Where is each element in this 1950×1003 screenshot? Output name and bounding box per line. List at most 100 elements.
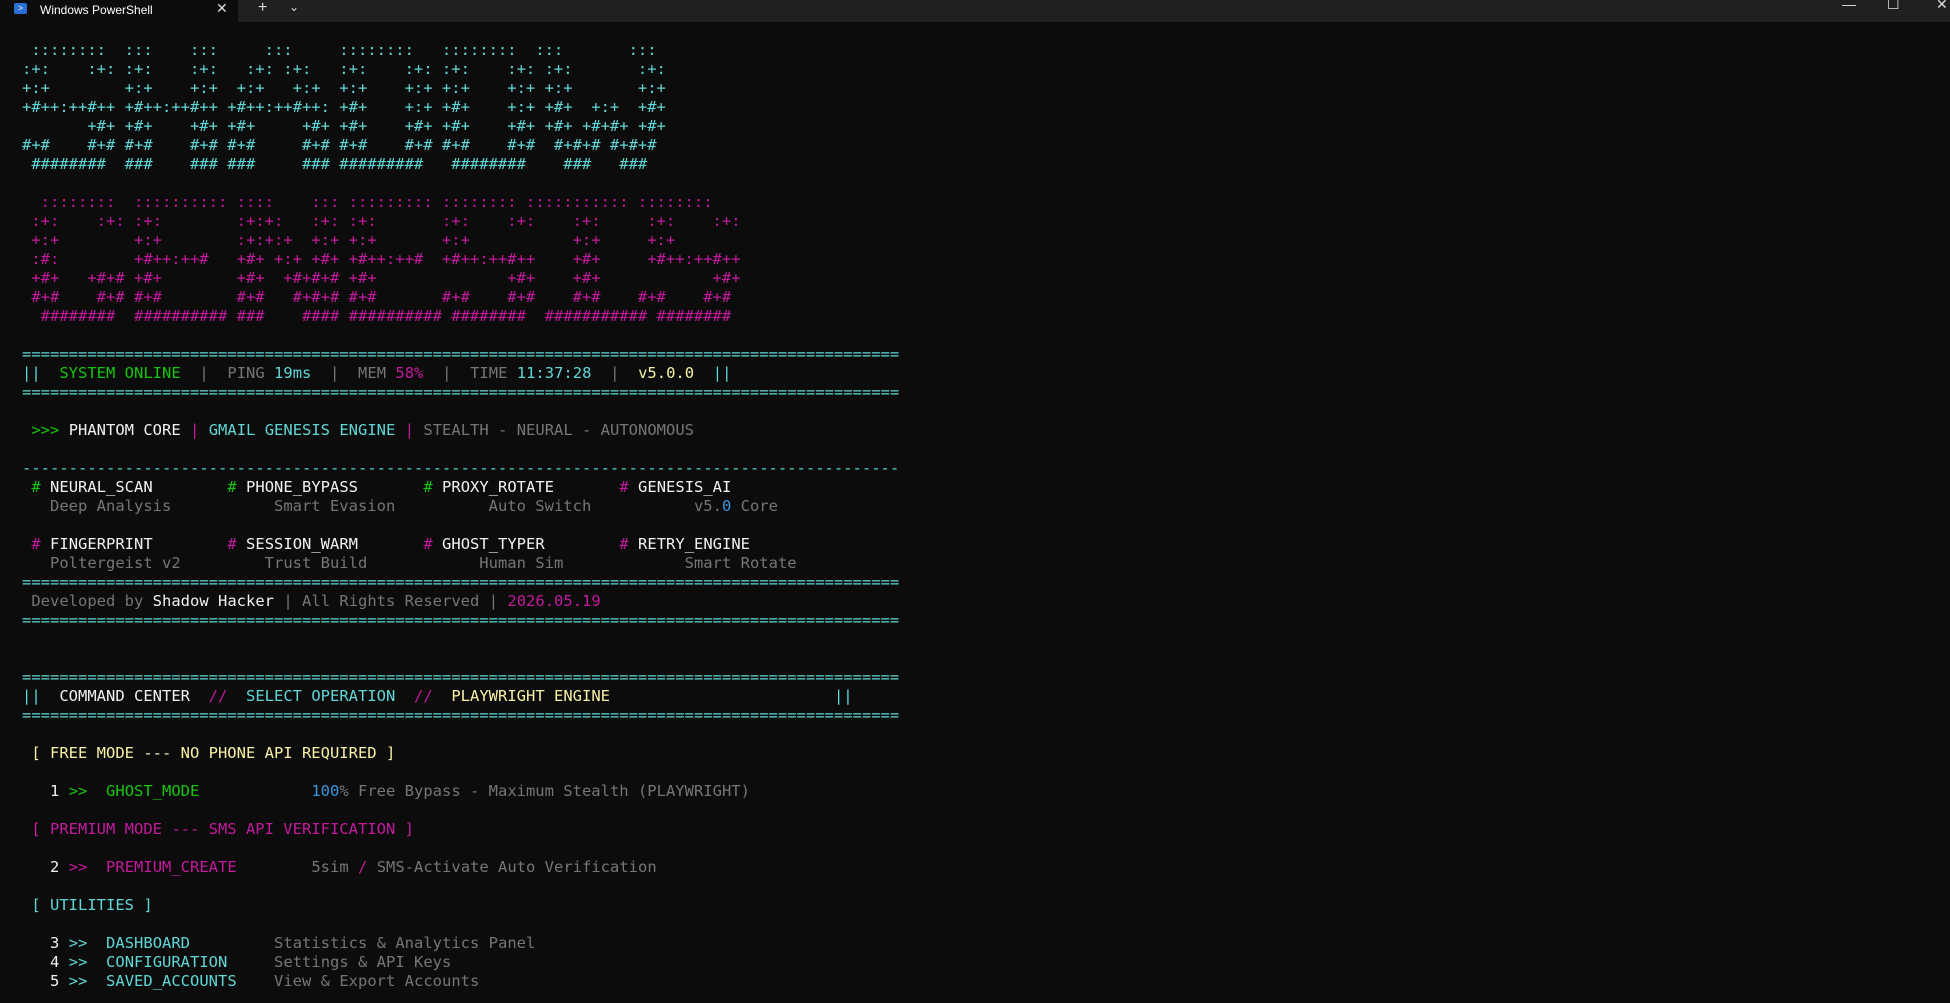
ascii-banner-line: :#: +#++:++# +#+ +:+ +#+ +#++:++# +#++:+…: [22, 250, 741, 268]
terminal-area[interactable]: :::::::: ::: ::: ::: :::::::: :::::::: :…: [0, 22, 1950, 1003]
credits-line: Developed by Shadow Hacker | All Rights …: [22, 592, 899, 611]
divider: |: [190, 421, 200, 439]
option-name: CONFIGURATION: [106, 953, 228, 971]
system-online-status: SYSTEM ONLINE: [59, 364, 181, 382]
option-desc: Statistics & Analytics Panel: [274, 934, 536, 952]
ascii-banner-line: :+: :+: :+: :+:+: :+: :+: :+: :+: :+: :+…: [22, 212, 741, 230]
menu-option-dashboard[interactable]: 3 >> DASHBOARD Statistics & Analytics Pa…: [22, 934, 899, 953]
developed-by-label: Developed by: [31, 592, 144, 610]
phantom-core-label: PHANTOM CORE: [68, 421, 181, 439]
divider: |: [404, 421, 415, 439]
option-name: DASHBOARD: [106, 934, 191, 952]
tab-dropdown-button[interactable]: ⌄: [289, 0, 299, 14]
author-name: Shadow Hacker: [152, 592, 274, 610]
maximize-button[interactable]: ☐: [1887, 0, 1900, 13]
option-number: 3: [50, 934, 60, 952]
time-value: 11:37:28: [516, 364, 592, 382]
cc-bars: ||: [833, 687, 853, 705]
option-desc-sep: /: [358, 858, 368, 876]
minimize-button[interactable]: —: [1842, 0, 1856, 12]
tab-windows-powershell[interactable]: > Windows PowerShell ✕: [0, 0, 238, 22]
ascii-banner-line: +#+ +#+ +#+ +#+ +#+ +#+ +#+ +#+ +#+ +#+ …: [22, 117, 666, 135]
feature-desc: v5.: [693, 497, 722, 515]
version-label: v5.0.0: [638, 364, 695, 382]
cc-bars: ||: [22, 687, 41, 705]
option-number: 4: [50, 953, 60, 971]
new-tab-button[interactable]: +: [258, 0, 267, 17]
hash-icon: #: [423, 535, 433, 553]
feature-name: FINGERPRINT: [50, 535, 153, 553]
separator-double: ========================================…: [22, 668, 900, 686]
ascii-banner-line: :+: :+: :+: :+: :+: :+: :+: :+: :+: :+: …: [22, 60, 666, 78]
ping-label: PING: [227, 364, 265, 382]
ascii-banner-line: #+# #+# #+# #+# #+# #+# #+# #+# #+# #+# …: [22, 136, 657, 154]
mem-label: MEM: [358, 364, 387, 382]
option-desc: % Free Bypass - Maximum Stealth (PLAYWRI…: [339, 782, 750, 800]
feature-name: GHOST_TYPER: [442, 535, 545, 553]
ascii-banner-line: :::::::: :::::::::: :::: ::: ::::::::: :…: [22, 193, 713, 211]
hash-icon: #: [31, 478, 41, 496]
separator-double: ========================================…: [22, 383, 900, 401]
separator-double: ========================================…: [22, 706, 900, 724]
feature-desc: Poltergeist v2: [50, 554, 181, 572]
menu-option-configuration[interactable]: 4 >> CONFIGURATION Settings & API Keys: [22, 953, 899, 972]
status-bar: || SYSTEM ONLINE | PING 19ms | MEM 58% |…: [22, 364, 899, 383]
status-bars: ||: [22, 364, 41, 382]
command-center-bar: || COMMAND CENTER // SELECT OPERATION //…: [22, 687, 899, 706]
divider: |: [283, 592, 293, 610]
menu-option-ghost-mode[interactable]: 1 >> GHOST_MODE 100% Free Bypass - Maxim…: [22, 782, 899, 801]
menu-option-premium-create[interactable]: 2 >> PREMIUM_CREATE 5sim / SMS-Activate …: [22, 858, 899, 877]
option-arrow: >>: [68, 953, 88, 971]
mem-value: 58%: [395, 364, 424, 382]
feature-desc-row: Poltergeist v2 Trust Build Human Sim Sma…: [22, 554, 899, 573]
command-center-title: COMMAND CENTER: [59, 687, 190, 705]
window-titlebar: > Windows PowerShell ✕ + ⌄ — ☐ ✕: [0, 0, 1950, 22]
engine-label: GMAIL GENESIS ENGINE: [208, 421, 396, 439]
option-name: SAVED_ACCOUNTS: [106, 972, 237, 990]
option-desc: View & Export Accounts: [274, 972, 480, 990]
ascii-banner-line: ######## ########## ### #### ########## …: [22, 307, 732, 325]
option-name: PREMIUM_CREATE: [106, 858, 237, 876]
close-window-button[interactable]: ✕: [1936, 0, 1948, 13]
ascii-banner-line: +#++:++#++ +#++:++#++ +#++:++#++: +#+ +:…: [22, 98, 666, 116]
free-mode-header: [ FREE MODE --- NO PHONE API REQUIRED ]: [31, 744, 396, 762]
separator-single: ----------------------------------------…: [22, 459, 900, 477]
menu-option-saved-accounts[interactable]: 5 >> SAVED_ACCOUNTS View & Export Accoun…: [22, 972, 899, 991]
rights-label: All Rights Reserved: [302, 592, 480, 610]
feature-desc: Trust Build: [264, 554, 368, 572]
feature-desc-row: Deep Analysis Smart Evasion Auto Switch …: [22, 497, 899, 516]
option-number: 5: [50, 972, 60, 990]
release-date: 2026.05.19: [507, 592, 601, 610]
tagline: STEALTH - NEURAL - AUTONOMOUS: [423, 421, 694, 439]
select-operation-label: SELECT OPERATION: [246, 687, 396, 705]
hash-icon: #: [619, 535, 629, 553]
separator-double: ========================================…: [22, 345, 900, 363]
ascii-banner-line: +:+ +:+ :+:+:+ +:+ +:+ +:+ +:+ +:+: [22, 231, 676, 249]
divider: |: [610, 364, 620, 382]
separator-double: ========================================…: [22, 611, 900, 629]
feature-name: PROXY_ROTATE: [442, 478, 555, 496]
divider: |: [330, 364, 340, 382]
feature-desc-num: 0: [721, 497, 732, 515]
option-desc: 5sim: [311, 858, 349, 876]
feature-desc: Smart Evasion: [273, 497, 396, 515]
option-number: 2: [50, 858, 60, 876]
divider: |: [488, 592, 499, 610]
feature-name: NEURAL_SCAN: [50, 478, 153, 496]
hash-icon: #: [31, 535, 41, 553]
playwright-engine-label: PLAYWRIGHT ENGINE: [451, 687, 610, 705]
hash-icon: #: [619, 478, 629, 496]
feature-name: GENESIS_AI: [638, 478, 732, 496]
divider: |: [442, 364, 452, 382]
tab-close-icon[interactable]: ✕: [216, 0, 228, 17]
tab-title: Windows PowerShell: [40, 3, 153, 17]
feature-name: RETRY_ENGINE: [638, 535, 751, 553]
separator-double: ========================================…: [22, 573, 900, 591]
ascii-banner-line: :::::::: ::: ::: ::: :::::::: :::::::: :…: [22, 41, 657, 59]
option-name: GHOST_MODE: [106, 782, 200, 800]
option-arrow: >>: [68, 934, 88, 952]
feature-desc: Core: [731, 497, 778, 515]
premium-mode-header: [ PREMIUM MODE --- SMS API VERIFICATION …: [31, 820, 414, 838]
cc-sep: //: [208, 687, 228, 705]
ascii-banner-line: ######## ### ### ### ### ######### #####…: [22, 155, 648, 173]
